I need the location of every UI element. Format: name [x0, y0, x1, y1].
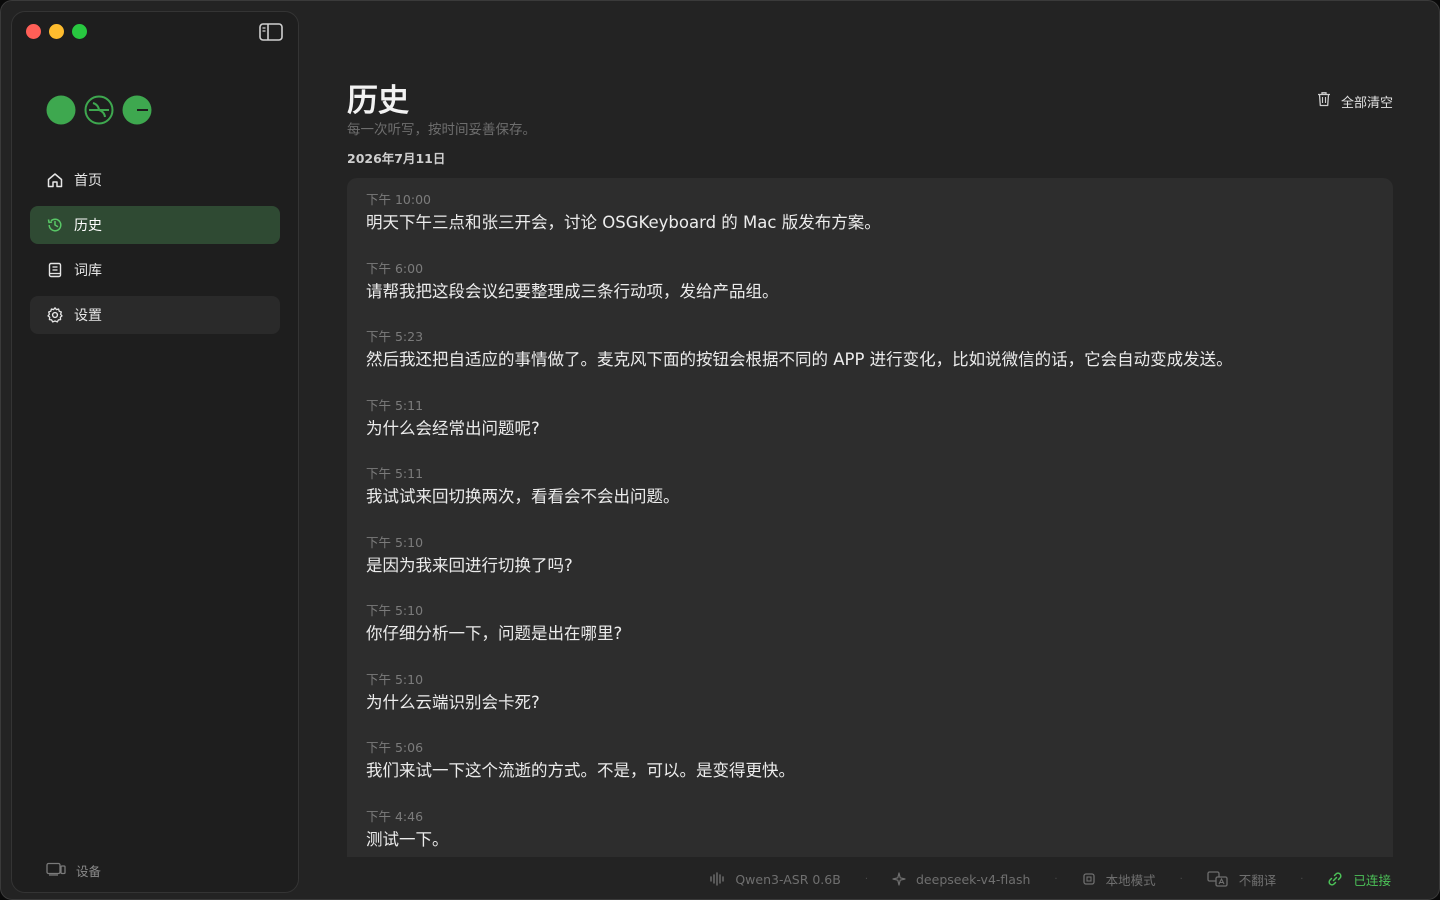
date-group-header: 2026年7月11日: [347, 151, 446, 166]
history-icon: [46, 216, 64, 234]
device-button[interactable]: 设备: [46, 861, 101, 880]
asr-model-status[interactable]: Qwen3-ASR 0.6B: [709, 871, 841, 887]
llm-model-label: deepseek-v4-flash: [916, 871, 1031, 887]
translate-icon: [1207, 871, 1229, 887]
page-title: 历史: [347, 83, 409, 119]
book-icon: [46, 261, 64, 279]
status-bar: Qwen3-ASR 0.6B · deepseek-v4-flash · 本地模…: [709, 869, 1391, 889]
entry-time: 下午 10:00: [366, 192, 431, 207]
entry-text: 我试试来回切换两次，看看会不会出问题。: [366, 487, 680, 506]
asr-model-label: Qwen3-ASR 0.6B: [735, 871, 841, 887]
clear-all-label: 全部清空: [1340, 95, 1393, 111]
entry-time: 下午 5:23: [366, 329, 424, 344]
link-icon: [1327, 871, 1343, 887]
gear-icon: [46, 306, 64, 324]
history-entry[interactable]: 下午 6:00 请帮我把这段会议纪要整理成三条行动项，发给产品组。: [366, 261, 779, 303]
sidebar-item-label: 首页: [74, 173, 102, 189]
entry-text: 我们来试一下这个流逝的方式。不是，可以。是变得更快。: [366, 761, 795, 780]
sidebar-item-history[interactable]: 历史: [30, 206, 280, 244]
separator-dot: ·: [1300, 873, 1304, 885]
mode-label: 本地模式: [1105, 872, 1156, 888]
home-icon: [46, 171, 64, 189]
sparkle-icon: [892, 872, 906, 886]
device-icon: [46, 862, 66, 879]
sidebar-item-dictionary[interactable]: 词库: [30, 251, 280, 289]
entry-text: 为什么云端识别会卡死?: [366, 692, 540, 712]
close-window-button[interactable]: [26, 24, 41, 39]
waveform-icon: [709, 872, 725, 886]
history-entry[interactable]: 下午 5:10 是因为我来回进行切换了吗?: [366, 535, 573, 577]
entry-text: 请帮我把这段会议纪要整理成三条行动项，发给产品组。: [366, 281, 779, 301]
translate-label: 不翻译: [1238, 872, 1277, 888]
entry-time: 下午 5:10: [366, 534, 424, 550]
entry-text: 测试一下。: [366, 829, 449, 849]
separator-dot: ·: [864, 873, 868, 885]
clear-all-button[interactable]: 全部清空: [1317, 91, 1393, 111]
entry-text: 你仔细分析一下，问题是出在哪里?: [366, 624, 623, 643]
device-label: 设备: [76, 864, 102, 879]
translate-status[interactable]: 不翻译: [1207, 870, 1277, 889]
sidebar-item-label: 词库: [74, 263, 102, 279]
entry-text: 为什么会经常出问题呢?: [366, 418, 540, 438]
connection-status[interactable]: 已连接: [1327, 870, 1391, 889]
entry-text: 然后我还把自适应的事情做了。麦克风下面的按钮会根据不同的 APP 进行变化，比如…: [366, 350, 1233, 369]
main-content: 历史 每一次听写，按时间妥善保存。 全部清空 2026年7月11日 下午 10:…: [347, 1, 1393, 899]
connection-label: 已连接: [1353, 872, 1391, 888]
history-entry[interactable]: 下午 5:11 为什么会经常出问题呢?: [366, 398, 540, 440]
history-entry[interactable]: 下午 10:00 明天下午三点和张三开会，讨论 OSGKeyboard 的 Ma…: [366, 192, 881, 234]
trash-icon: [1317, 91, 1331, 111]
entry-time: 下午 5:06: [366, 740, 424, 755]
sidebar-item-settings[interactable]: 设置: [30, 296, 280, 334]
separator-dot: ·: [1179, 873, 1183, 885]
sidebar-item-label: 历史: [74, 218, 102, 234]
entry-time: 下午 5:11: [366, 466, 424, 481]
mode-status[interactable]: 本地模式: [1082, 870, 1156, 889]
llm-model-status[interactable]: deepseek-v4-flash: [892, 872, 1030, 887]
zoom-window-button[interactable]: [72, 24, 87, 39]
sidebar-nav: 首页 历史 词库 设置: [30, 161, 280, 341]
entry-time: 下午 5:10: [366, 671, 424, 687]
entry-time: 下午 5:11: [366, 397, 424, 413]
history-entry[interactable]: 下午 5:10 你仔细分析一下，问题是出在哪里?: [366, 603, 622, 645]
window-controls: [26, 24, 87, 39]
minimize-window-button[interactable]: [49, 24, 64, 39]
entry-text: 明天下午三点和张三开会，讨论 OSGKeyboard 的 Mac 版发布方案。: [366, 213, 881, 232]
entry-time: 下午 4:46: [366, 808, 424, 824]
entry-time: 下午 6:00: [366, 260, 424, 276]
app-logo: [46, 95, 152, 125]
sidebar-item-home[interactable]: 首页: [30, 161, 280, 199]
sidebar-item-label: 设置: [74, 308, 102, 324]
page-subtitle: 每一次听写，按时间妥善保存。: [347, 122, 536, 138]
app-window: 首页 历史 词库 设置 设备 历史 每一次听写，按时间妥善保存。 全部清空 20…: [0, 0, 1440, 900]
entry-time: 下午 5:10: [366, 603, 424, 618]
sidebar: 首页 历史 词库 设置 设备: [11, 11, 299, 893]
history-entry[interactable]: 下午 4:46 测试一下。: [366, 809, 449, 851]
history-entry[interactable]: 下午 5:23 然后我还把自适应的事情做了。麦克风下面的按钮会根据不同的 APP…: [366, 329, 1233, 371]
separator-dot: ·: [1054, 873, 1058, 885]
chip-icon: [1082, 872, 1096, 886]
entry-text: 是因为我来回进行切换了吗?: [366, 555, 573, 575]
sidebar-toggle-icon[interactable]: [258, 22, 284, 42]
history-entry[interactable]: 下午 5:10 为什么云端识别会卡死?: [366, 672, 540, 714]
history-entry[interactable]: 下午 5:06 我们来试一下这个流逝的方式。不是，可以。是变得更快。: [366, 740, 795, 782]
history-list: 下午 10:00 明天下午三点和张三开会，讨论 OSGKeyboard 的 Ma…: [347, 178, 1393, 857]
history-entry[interactable]: 下午 5:11 我试试来回切换两次，看看会不会出问题。: [366, 466, 680, 508]
